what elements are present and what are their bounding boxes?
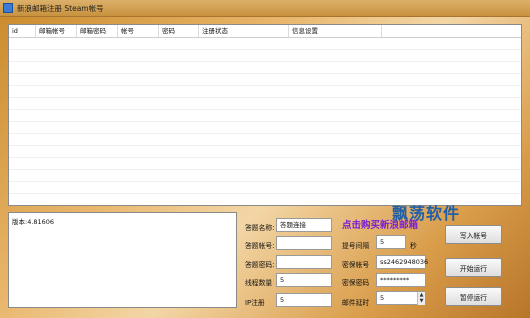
threads-label: 线程数量 bbox=[245, 279, 273, 287]
table-header: id 邮箱帐号 邮箱密码 帐号 密码 注册状态 信息设置 bbox=[9, 25, 521, 38]
column-header-id[interactable]: id bbox=[9, 25, 36, 37]
log-area[interactable]: 版本:4.81606 bbox=[8, 212, 237, 308]
mail-delay-value: 5 bbox=[380, 294, 385, 302]
table-row bbox=[9, 86, 521, 98]
dama-name-label: 答题名称: bbox=[245, 224, 275, 232]
ip-register-label: IP注册 bbox=[245, 299, 265, 307]
table-row bbox=[9, 146, 521, 158]
column-header-email-password[interactable]: 邮箱密码 bbox=[77, 25, 118, 37]
table-row bbox=[9, 134, 521, 146]
start-button[interactable]: 开始运行 bbox=[445, 258, 502, 277]
table-row bbox=[9, 182, 521, 194]
table-row bbox=[9, 98, 521, 110]
column-header-register-status[interactable]: 注册状态 bbox=[199, 25, 289, 37]
interval-label: 提号间隔 bbox=[342, 242, 370, 250]
qq-account-label: 密保帐号 bbox=[342, 261, 370, 269]
table-row bbox=[9, 38, 521, 50]
table-row bbox=[9, 62, 521, 74]
mail-delay-label: 邮件延时 bbox=[342, 299, 370, 307]
table-row bbox=[9, 158, 521, 170]
dama-account-field[interactable] bbox=[276, 236, 332, 250]
table-row bbox=[9, 110, 521, 122]
spin-down-icon[interactable]: ▼ bbox=[417, 298, 425, 305]
table-row bbox=[9, 50, 521, 62]
table-row bbox=[9, 122, 521, 134]
table-row bbox=[9, 170, 521, 182]
table-row bbox=[9, 74, 521, 86]
column-header-password[interactable]: 密码 bbox=[159, 25, 199, 37]
column-header-account[interactable]: 帐号 bbox=[118, 25, 159, 37]
threads-field[interactable]: 5 bbox=[276, 273, 332, 287]
ip-register-field[interactable]: 5 bbox=[276, 293, 332, 307]
mail-delay-field[interactable]: 5 ▲ ▼ bbox=[376, 291, 426, 305]
window-title: 新浪邮箱注册 Steam帐号 bbox=[17, 4, 104, 13]
dama-password-field[interactable] bbox=[276, 255, 332, 269]
column-header-email-account[interactable]: 邮箱帐号 bbox=[36, 25, 77, 37]
dama-account-label: 答题帐号: bbox=[245, 242, 275, 250]
qq-password-field[interactable]: ********* bbox=[376, 273, 426, 287]
interval-unit-label: 秒 bbox=[410, 242, 417, 250]
buy-sina-mail-link[interactable]: 点击购买新浪邮箱 bbox=[342, 217, 418, 231]
import-accounts-button[interactable]: 写入帐号 bbox=[445, 225, 502, 244]
qq-account-field[interactable]: ss2462948036 bbox=[376, 255, 428, 269]
column-header-info-settings[interactable]: 信息设置 bbox=[289, 25, 382, 37]
qq-password-label: 密保密码 bbox=[342, 279, 370, 287]
interval-field[interactable]: 5 bbox=[376, 235, 406, 249]
version-text: 版本:4.81606 bbox=[12, 218, 55, 226]
app-icon bbox=[3, 3, 13, 13]
dama-password-label: 答题密码: bbox=[245, 261, 275, 269]
dama-name-field[interactable]: 答题连接 bbox=[276, 218, 332, 232]
account-table[interactable]: id 邮箱帐号 邮箱密码 帐号 密码 注册状态 信息设置 bbox=[8, 24, 522, 206]
pause-button[interactable]: 暂停运行 bbox=[445, 287, 502, 306]
title-bar: 新浪邮箱注册 Steam帐号 bbox=[0, 0, 530, 17]
